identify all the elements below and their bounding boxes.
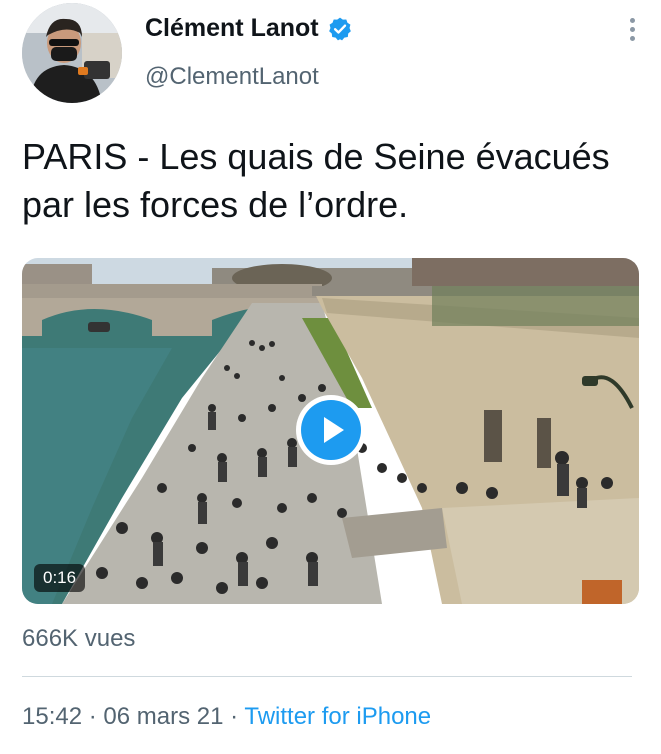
avatar[interactable] bbox=[22, 3, 122, 103]
play-icon bbox=[301, 400, 361, 460]
meta-separator: · bbox=[223, 703, 245, 730]
tweet-time[interactable]: 15:42 bbox=[22, 703, 82, 730]
author-handle[interactable]: @ClementLanot bbox=[145, 63, 319, 91]
tweet-date[interactable]: 06 mars 21 bbox=[103, 703, 223, 730]
more-vertical-icon[interactable] bbox=[627, 18, 637, 48]
view-count: 666K vues bbox=[22, 625, 136, 652]
author-row[interactable]: Clément Lanot bbox=[145, 14, 353, 43]
more-dot bbox=[629, 18, 635, 23]
tweet-meta: 15:42 · 06 mars 21 · Twitter for iPhone bbox=[22, 703, 431, 731]
more-dot bbox=[629, 36, 635, 41]
avatar-photo bbox=[22, 3, 122, 103]
video-player[interactable]: 0:16 bbox=[22, 258, 639, 604]
more-dot bbox=[629, 27, 635, 32]
tweet-source-link[interactable]: Twitter for iPhone bbox=[244, 703, 431, 730]
meta-separator: · bbox=[82, 703, 104, 730]
verified-badge-icon bbox=[327, 16, 353, 42]
play-button[interactable] bbox=[296, 395, 366, 465]
author-name[interactable]: Clément Lanot bbox=[145, 14, 319, 43]
divider bbox=[22, 676, 632, 677]
tweet-text: PARIS - Les quais de Seine évacués par l… bbox=[22, 136, 610, 225]
video-duration: 0:16 bbox=[34, 564, 86, 592]
